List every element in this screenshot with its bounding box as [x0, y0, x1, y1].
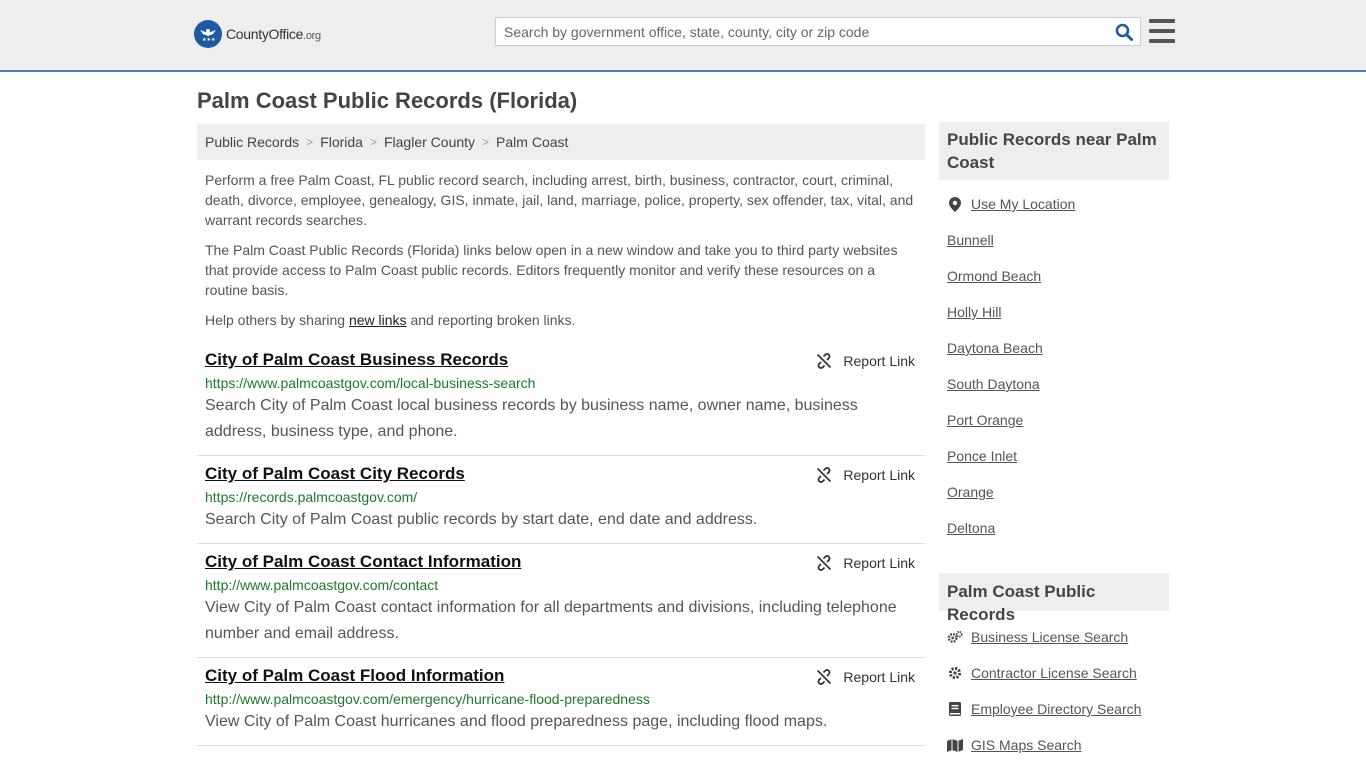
- breadcrumb-palm-coast: Palm Coast: [496, 134, 569, 150]
- business-license-search-link[interactable]: Business License Search: [971, 629, 1128, 645]
- report-link-label: Report Link: [843, 353, 915, 369]
- nearby-city-link[interactable]: Ormond Beach: [947, 268, 1041, 284]
- report-link-label: Report Link: [843, 555, 915, 571]
- nearby-city-link[interactable]: Port Orange: [947, 412, 1023, 428]
- breadcrumb-florida[interactable]: Florida: [320, 134, 363, 150]
- logo-suffix: .org: [303, 30, 321, 42]
- site-logo[interactable]: ★★★ CountyOffice.org: [194, 20, 321, 48]
- chevron-right-icon: >: [306, 135, 314, 149]
- nearby-city-link[interactable]: Holly Hill: [947, 304, 1001, 320]
- result-title-link[interactable]: City of Palm Coast Contact Information: [205, 552, 521, 572]
- hamburger-menu-icon[interactable]: [1149, 19, 1175, 43]
- breadcrumb-flagler-county[interactable]: Flagler County: [384, 134, 475, 150]
- result-description: View City of Palm Coast hurricanes and f…: [205, 713, 828, 730]
- use-my-location-link[interactable]: Use My Location: [971, 196, 1075, 212]
- contractor-license-search-link[interactable]: Contractor License Search: [971, 665, 1137, 681]
- nearby-city-link[interactable]: South Daytona: [947, 376, 1040, 392]
- result-title-link[interactable]: City of Palm Coast Business Records: [205, 350, 508, 370]
- search-button[interactable]: [1108, 18, 1140, 45]
- result-item: City of Palm Coast City Records Report L…: [197, 456, 925, 544]
- result-title-link[interactable]: City of Palm Coast Flood Information: [205, 666, 504, 686]
- site-header: ★★★ CountyOffice.org: [0, 0, 1366, 72]
- svg-text:★★★: ★★★: [202, 37, 216, 43]
- result-description: Search City of Palm Coast local business…: [205, 397, 858, 440]
- results-list: City of Palm Coast Business Records Repo…: [197, 342, 925, 746]
- chevron-right-icon: >: [482, 135, 490, 149]
- result-url: http://www.palmcoastgov.com/contact: [205, 577, 439, 593]
- result-title-link[interactable]: City of Palm Coast City Records: [205, 464, 465, 484]
- broken-link-icon: [817, 669, 832, 685]
- nearby-heading: Public Records near Palm Coast: [939, 122, 1169, 180]
- nearby-city-link[interactable]: Orange: [947, 484, 994, 500]
- result-description: Search City of Palm Coast public records…: [205, 511, 758, 528]
- nearby-city-link[interactable]: Ponce Inlet: [947, 448, 1017, 464]
- records-sidebar: Palm Coast Public Records Business Licen…: [939, 573, 1169, 763]
- report-link-button[interactable]: Report Link: [816, 467, 915, 483]
- intro-text: and reporting broken links.: [406, 312, 576, 328]
- gear-icon: [947, 666, 963, 680]
- intro-paragraph-3: Help others by sharing new links and rep…: [205, 310, 917, 330]
- breadcrumb-public-records[interactable]: Public Records: [205, 134, 299, 150]
- result-url: https://records.palmcoastgov.com/: [205, 489, 418, 505]
- logo-eagle-icon: ★★★: [194, 20, 222, 48]
- map-marker-icon: [947, 196, 963, 212]
- use-location-item: Use My Location: [947, 186, 1161, 222]
- result-item: City of Palm Coast Business Records Repo…: [197, 342, 925, 456]
- result-url: http://www.palmcoastgov.com/emergency/hu…: [205, 691, 650, 707]
- gears-icon: [947, 630, 963, 644]
- result-url: https://www.palmcoastgov.com/local-busin…: [205, 375, 536, 391]
- book-icon: [947, 702, 963, 716]
- breadcrumb: Public Records > Florida > Flagler Count…: [197, 124, 925, 160]
- intro-paragraph-1: Perform a free Palm Coast, FL public rec…: [205, 172, 914, 228]
- employee-directory-search-link[interactable]: Employee Directory Search: [971, 701, 1141, 717]
- report-link-label: Report Link: [843, 669, 915, 685]
- nearby-sidebar: Public Records near Palm Coast Use My Lo…: [939, 122, 1169, 546]
- page-title: Palm Coast Public Records (Florida): [197, 88, 578, 113]
- chevron-right-icon: >: [369, 135, 377, 149]
- intro-text: Help others by sharing: [205, 312, 349, 328]
- report-link-button[interactable]: Report Link: [816, 555, 915, 571]
- result-item: City of Palm Coast Flood Information Rep…: [197, 658, 925, 746]
- search-icon: [1115, 23, 1133, 41]
- result-item: City of Palm Coast Contact Information R…: [197, 544, 925, 658]
- nearby-city-link[interactable]: Daytona Beach: [947, 340, 1043, 356]
- report-link-button[interactable]: Report Link: [816, 353, 915, 369]
- records-heading: Palm Coast Public Records: [939, 573, 1169, 624]
- report-link-button[interactable]: Report Link: [816, 669, 915, 685]
- logo-text: CountyOffice: [226, 26, 304, 42]
- broken-link-icon: [817, 467, 832, 483]
- result-description: View City of Palm Coast contact informat…: [205, 599, 897, 642]
- search-input[interactable]: [496, 18, 1108, 45]
- broken-link-icon: [817, 555, 832, 571]
- map-icon: [947, 738, 963, 752]
- report-link-label: Report Link: [843, 467, 915, 483]
- intro-paragraph-2: The Palm Coast Public Records (Florida) …: [205, 242, 898, 298]
- search-box: [495, 17, 1141, 46]
- new-links-link[interactable]: new links: [349, 312, 407, 328]
- nearby-city-link[interactable]: Deltona: [947, 520, 995, 536]
- gis-maps-search-link[interactable]: GIS Maps Search: [971, 737, 1082, 753]
- broken-link-icon: [817, 353, 832, 369]
- nearby-city-link[interactable]: Bunnell: [947, 232, 994, 248]
